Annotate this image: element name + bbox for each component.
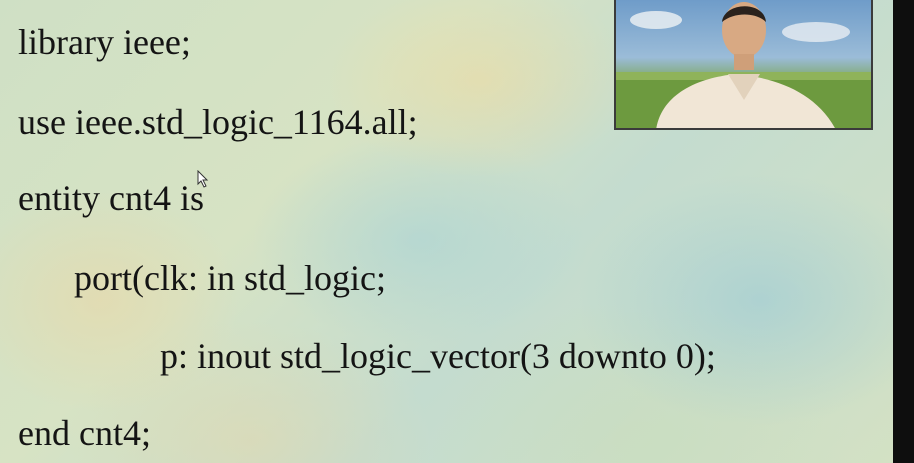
code-line-use: use ieee.std_logic_1164.all; [18,102,418,142]
mouse-pointer-icon [197,170,209,188]
code-line-end: end cnt4; [18,413,151,453]
code-line-library: library ieee; [18,22,191,62]
code-line-entity: entity cnt4 is [18,178,204,218]
window-edge [893,0,914,463]
presenter-video [614,0,873,130]
code-line-port-p: p: inout std_logic_vector(3 downto 0); [160,336,716,376]
code-line-port: port(clk: in std_logic; [74,258,386,298]
lecture-slide: library ieee; use ieee.std_logic_1164.al… [0,0,893,463]
presenter-video-thumbnail [616,2,871,128]
